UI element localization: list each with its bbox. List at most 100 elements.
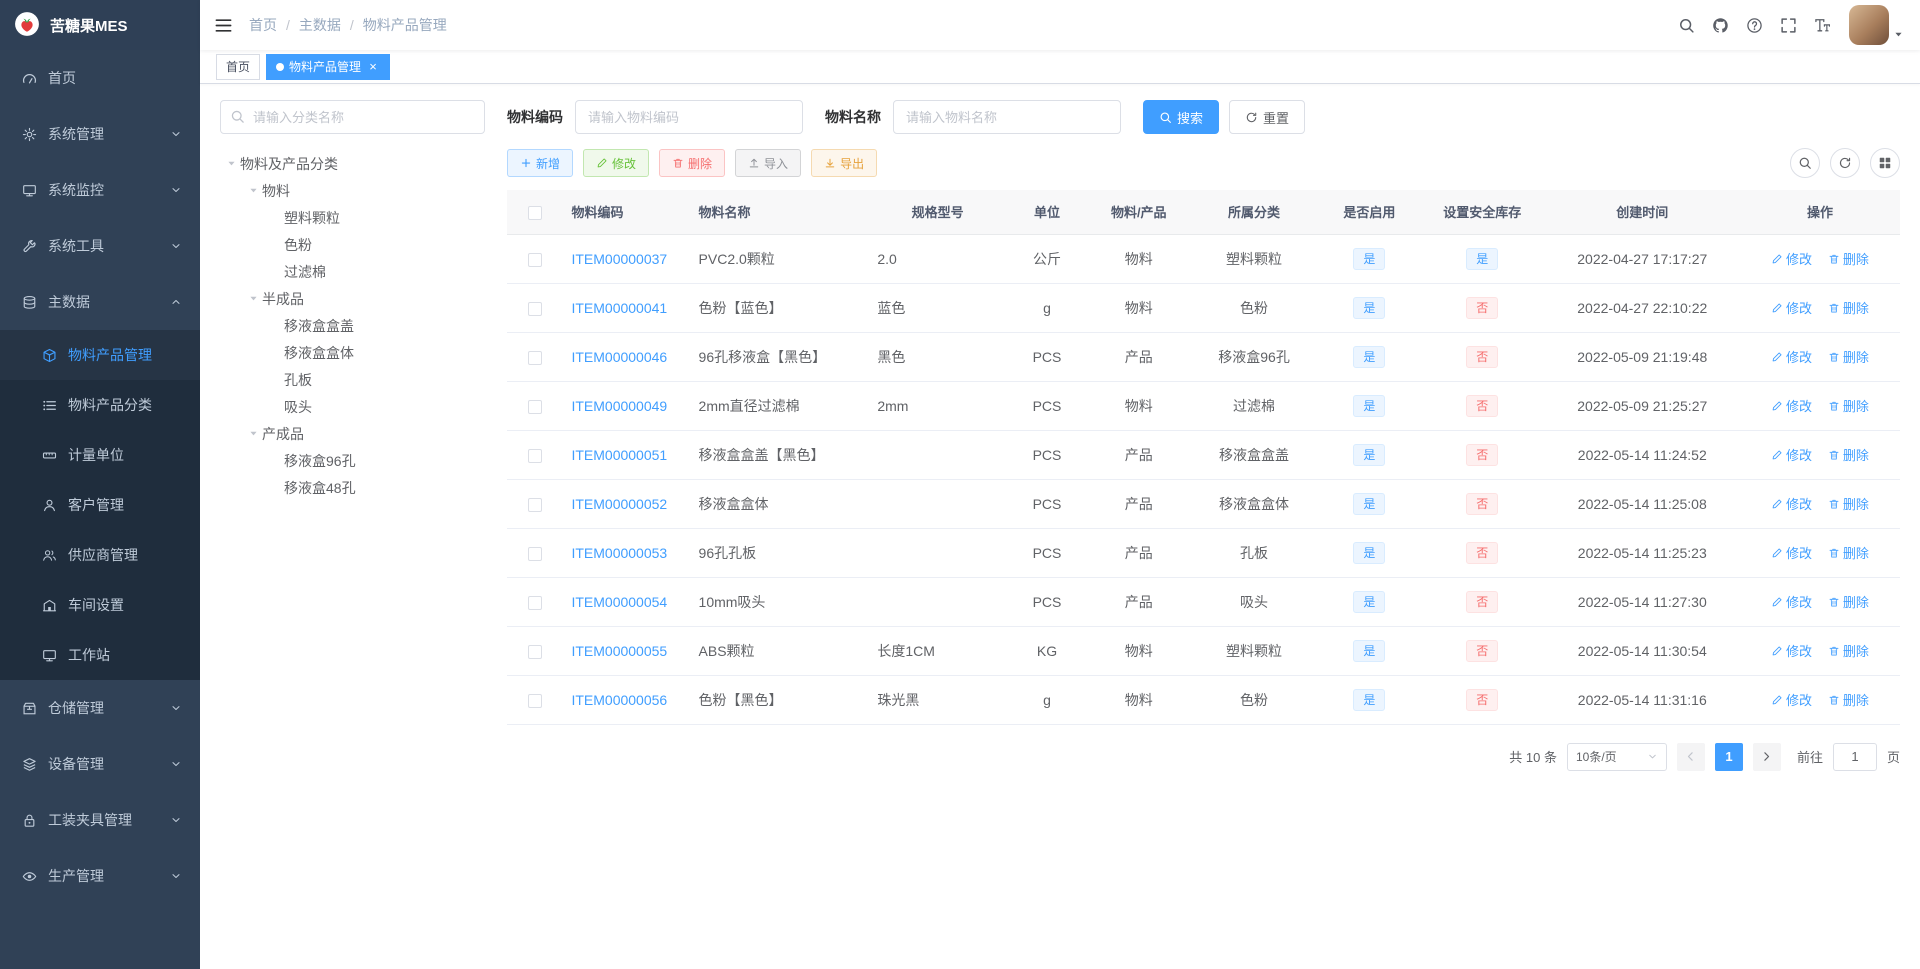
row-delete-link[interactable]: 删除: [1828, 396, 1869, 415]
hamburger-icon[interactable]: [214, 16, 233, 35]
sidebar-item-equipment-management[interactable]: 设备管理: [0, 736, 200, 792]
sidebar-item-fixture-management[interactable]: 工装夹具管理: [0, 792, 200, 848]
tree-node[interactable]: 吸头: [220, 393, 485, 420]
tab-close-icon[interactable]: ×: [366, 60, 380, 74]
row-checkbox[interactable]: [528, 693, 543, 708]
breadcrumb-item[interactable]: 首页: [249, 15, 277, 35]
edit-button[interactable]: 修改: [583, 149, 650, 177]
tree-node[interactable]: 移液盒盒体: [220, 339, 485, 366]
sidebar-item-production-management[interactable]: 生产管理: [0, 848, 200, 904]
row-delete-link[interactable]: 删除: [1828, 347, 1869, 366]
search-button[interactable]: 搜索: [1143, 100, 1220, 134]
caret-down-icon[interactable]: [244, 293, 262, 304]
row-edit-link[interactable]: 修改: [1771, 249, 1812, 268]
row-delete-link[interactable]: 删除: [1828, 445, 1869, 464]
tree-node[interactable]: 过滤棉: [220, 258, 485, 285]
row-edit-link[interactable]: 修改: [1771, 298, 1812, 317]
item-code-link[interactable]: ITEM00000056: [571, 692, 667, 708]
refresh-button[interactable]: [1830, 148, 1860, 178]
github-icon[interactable]: [1703, 5, 1737, 45]
row-edit-link[interactable]: 修改: [1771, 396, 1812, 415]
row-checkbox[interactable]: [528, 546, 543, 561]
sidebar-item-system-monitoring[interactable]: 系统监控: [0, 162, 200, 218]
row-checkbox[interactable]: [528, 252, 543, 267]
row-edit-link[interactable]: 修改: [1771, 543, 1812, 562]
user-menu[interactable]: [1849, 5, 1904, 45]
name-filter-input[interactable]: [893, 100, 1121, 134]
item-code-link[interactable]: ITEM00000051: [571, 447, 667, 463]
row-delete-link[interactable]: 删除: [1828, 690, 1869, 709]
row-checkbox[interactable]: [528, 644, 543, 659]
item-code-link[interactable]: ITEM00000046: [571, 349, 667, 365]
export-button[interactable]: 导出: [811, 149, 878, 177]
select-all-checkbox[interactable]: [528, 205, 543, 220]
sidebar-item-workshop-settings[interactable]: 车间设置: [0, 580, 200, 630]
caret-down-icon[interactable]: [244, 185, 262, 196]
sidebar-item-system-tools[interactable]: 系统工具: [0, 218, 200, 274]
row-checkbox[interactable]: [528, 350, 543, 365]
row-checkbox[interactable]: [528, 301, 543, 316]
item-code-link[interactable]: ITEM00000041: [571, 300, 667, 316]
row-delete-link[interactable]: 删除: [1828, 298, 1869, 317]
current-page-button[interactable]: 1: [1714, 742, 1743, 771]
next-page-button[interactable]: [1752, 742, 1781, 771]
delete-button[interactable]: 删除: [659, 149, 726, 177]
row-delete-link[interactable]: 删除: [1828, 494, 1869, 513]
tree-node[interactable]: 产成品: [220, 420, 485, 447]
row-edit-link[interactable]: 修改: [1771, 641, 1812, 660]
sidebar-item-supplier-management[interactable]: 供应商管理: [0, 530, 200, 580]
sidebar-item-material-product-category[interactable]: 物料产品分类: [0, 380, 200, 430]
tree-node[interactable]: 塑料颗粒: [220, 204, 485, 231]
tab[interactable]: 物料产品管理 ×: [266, 53, 391, 80]
tree-node[interactable]: 移液盒48孔: [220, 474, 485, 501]
tree-node[interactable]: 色粉: [220, 231, 485, 258]
row-edit-link[interactable]: 修改: [1771, 494, 1812, 513]
app-logo[interactable]: 苦糖果MES: [0, 0, 200, 50]
caret-down-icon[interactable]: [244, 428, 262, 439]
row-edit-link[interactable]: 修改: [1771, 445, 1812, 464]
tree-node[interactable]: 移液盒盒盖: [220, 312, 485, 339]
row-checkbox[interactable]: [528, 497, 543, 512]
item-code-link[interactable]: ITEM00000037: [571, 251, 667, 267]
page-size-select[interactable]: 10条/页: [1566, 742, 1667, 771]
import-button[interactable]: 导入: [735, 149, 802, 177]
tree-node[interactable]: 移液盒96孔: [220, 447, 485, 474]
tree-node[interactable]: 物料: [220, 177, 485, 204]
row-delete-link[interactable]: 删除: [1828, 543, 1869, 562]
code-filter-input[interactable]: [575, 100, 803, 134]
goto-page-input[interactable]: [1832, 742, 1877, 771]
tree-node[interactable]: 物料及产品分类: [220, 150, 485, 177]
row-delete-link[interactable]: 删除: [1828, 592, 1869, 611]
search-toggle-button[interactable]: [1790, 148, 1820, 178]
item-code-link[interactable]: ITEM00000049: [571, 398, 667, 414]
add-button[interactable]: 新增: [507, 149, 574, 177]
row-checkbox[interactable]: [528, 448, 543, 463]
sidebar-item-workstation[interactable]: 工作站: [0, 630, 200, 680]
item-code-link[interactable]: ITEM00000052: [571, 496, 667, 512]
fullscreen-icon[interactable]: [1771, 5, 1805, 45]
tree-node[interactable]: 半成品: [220, 285, 485, 312]
prev-page-button[interactable]: [1676, 742, 1705, 771]
breadcrumb-item[interactable]: 物料产品管理: [363, 15, 447, 35]
reset-button[interactable]: 重置: [1229, 100, 1306, 134]
sidebar-item-customer-management[interactable]: 客户管理: [0, 480, 200, 530]
sidebar-item-master-data[interactable]: 主数据: [0, 274, 200, 330]
item-code-link[interactable]: ITEM00000055: [571, 643, 667, 659]
sidebar-item-material-product-management[interactable]: 物料产品管理: [0, 330, 200, 380]
sidebar-item-measure-unit[interactable]: 计量单位: [0, 430, 200, 480]
font-size-icon[interactable]: [1805, 5, 1839, 45]
row-edit-link[interactable]: 修改: [1771, 347, 1812, 366]
tree-node[interactable]: 孔板: [220, 366, 485, 393]
help-icon[interactable]: [1737, 5, 1771, 45]
sidebar-item-system-management[interactable]: 系统管理: [0, 106, 200, 162]
row-edit-link[interactable]: 修改: [1771, 592, 1812, 611]
row-checkbox[interactable]: [528, 399, 543, 414]
item-code-link[interactable]: ITEM00000053: [571, 545, 667, 561]
row-delete-link[interactable]: 删除: [1828, 641, 1869, 660]
row-edit-link[interactable]: 修改: [1771, 690, 1812, 709]
tab[interactable]: 首页 ×: [216, 53, 261, 80]
row-delete-link[interactable]: 删除: [1828, 249, 1869, 268]
search-icon[interactable]: [1669, 5, 1703, 45]
item-code-link[interactable]: ITEM00000054: [571, 594, 667, 610]
caret-down-icon[interactable]: [222, 158, 240, 169]
